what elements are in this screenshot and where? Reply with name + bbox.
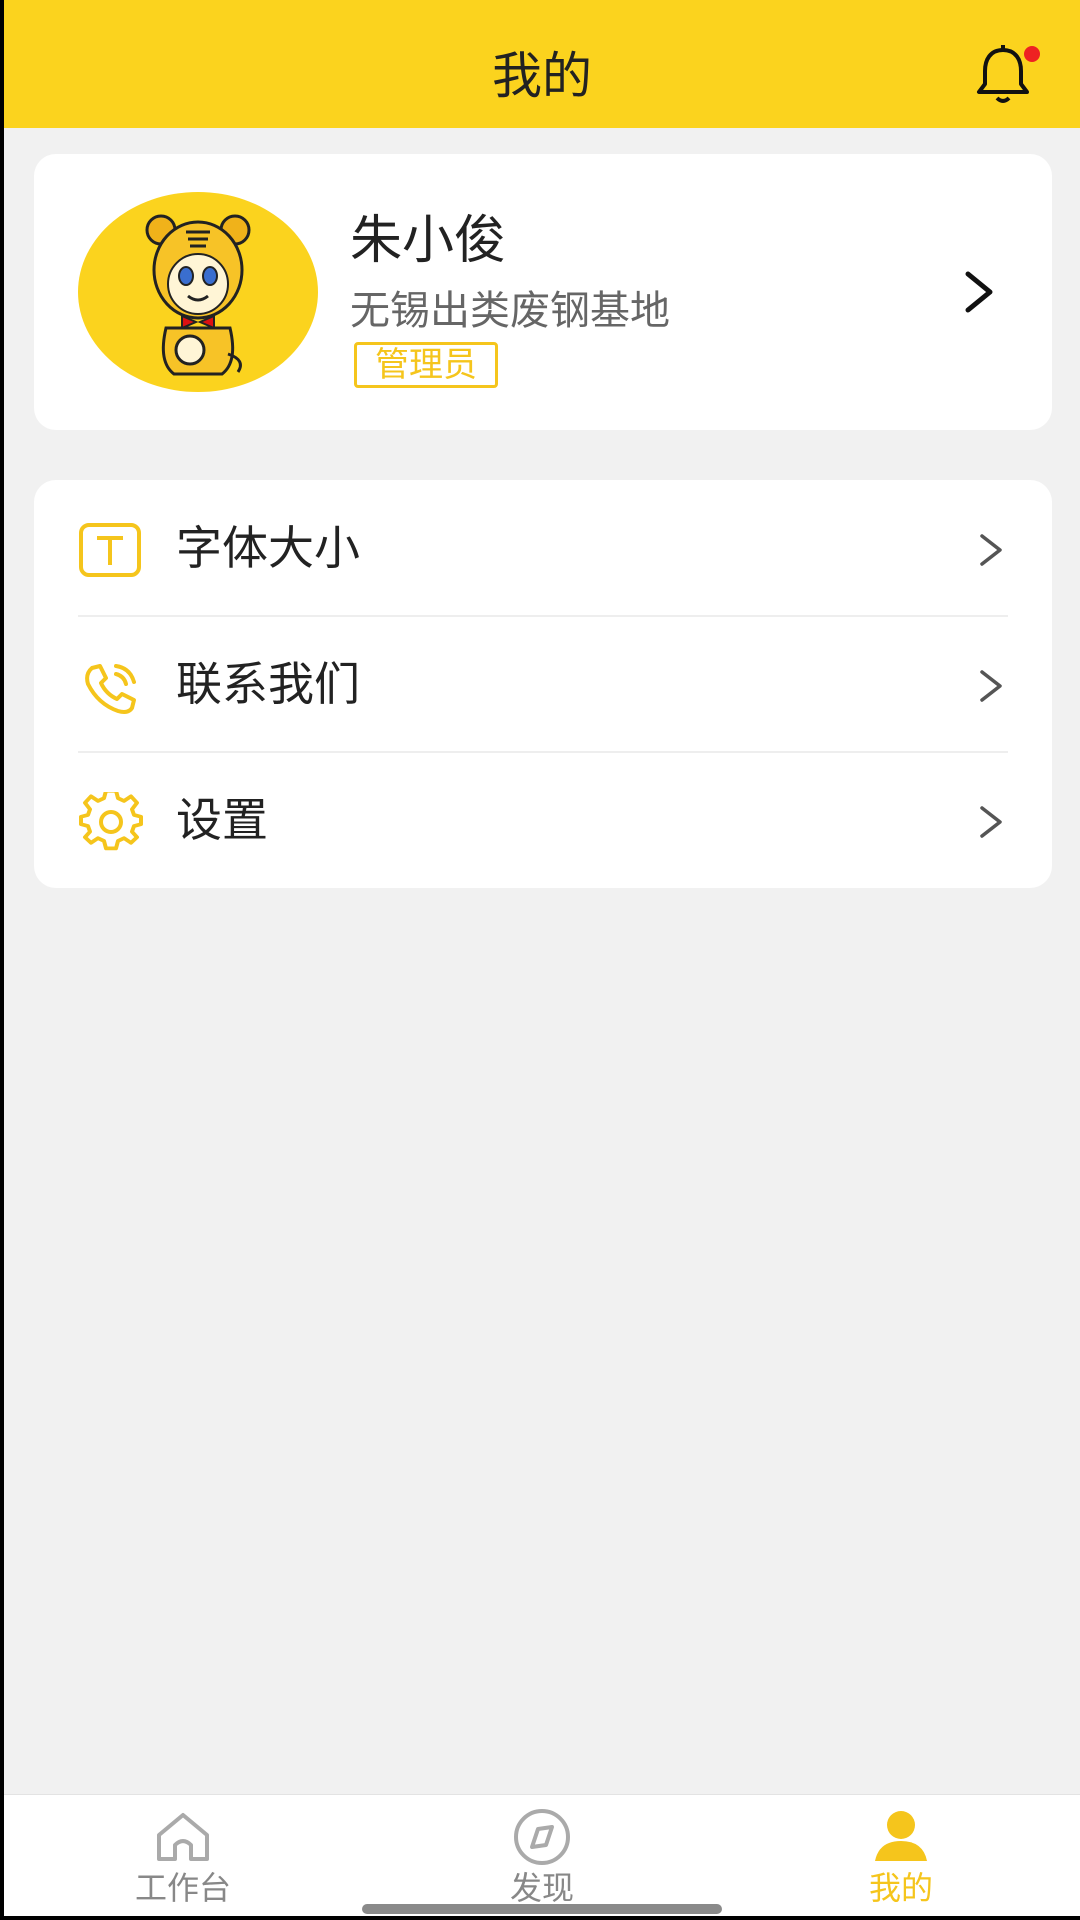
menu-item-label: 联系我们	[176, 657, 360, 711]
left-edge	[0, 0, 4, 1920]
settings-menu: 字体大小 联系我们 设置	[34, 480, 1052, 888]
gear-icon	[79, 792, 143, 851]
tab-label: 发现	[509, 1869, 574, 1907]
user-organization: 无锡出类废钢基地	[350, 288, 670, 334]
chevron-right-icon	[980, 670, 1002, 702]
bottom-tab-bar: 工作台 发现 我的	[4, 1794, 1080, 1920]
my-profile-screen: 我的 朱小俊 无锡出类废钢基地 管理员 字体大小 联系我们 设置 工作台 发现 …	[0, 0, 1080, 1920]
user-icon	[875, 1811, 927, 1861]
tab-workbench[interactable]: 工作台	[83, 1795, 283, 1920]
menu-item-font-size[interactable]: 字体大小	[34, 480, 1052, 616]
page-title: 我的	[492, 47, 592, 105]
chevron-right-icon	[980, 534, 1002, 566]
tab-discover[interactable]: 发现	[442, 1795, 642, 1920]
menu-item-label: 字体大小	[176, 521, 360, 575]
menu-item-contact-us[interactable]: 联系我们	[34, 616, 1052, 752]
tiger-mascot-icon	[145, 214, 251, 376]
user-name: 朱小俊	[350, 211, 507, 271]
chevron-right-icon[interactable]	[960, 264, 1000, 320]
menu-item-settings[interactable]: 设置	[34, 752, 1052, 888]
notification-dot	[1024, 46, 1040, 62]
compass-icon	[514, 1809, 570, 1865]
profile-card[interactable]: 朱小俊 无锡出类废钢基地 管理员	[34, 154, 1052, 430]
header-bar: 我的	[4, 0, 1080, 128]
font-size-icon	[79, 523, 141, 577]
avatar[interactable]	[78, 192, 318, 392]
home-indicator	[362, 1904, 722, 1914]
role-badge: 管理员	[354, 342, 498, 388]
phone-icon	[85, 664, 136, 714]
home-icon	[157, 1813, 209, 1861]
tab-mine[interactable]: 我的	[801, 1795, 1001, 1920]
bottom-edge	[0, 1916, 1080, 1920]
menu-item-label: 设置	[176, 793, 268, 847]
chevron-right-icon	[980, 806, 1002, 838]
tab-label: 工作台	[134, 1869, 231, 1907]
tab-label: 我的	[868, 1869, 933, 1907]
